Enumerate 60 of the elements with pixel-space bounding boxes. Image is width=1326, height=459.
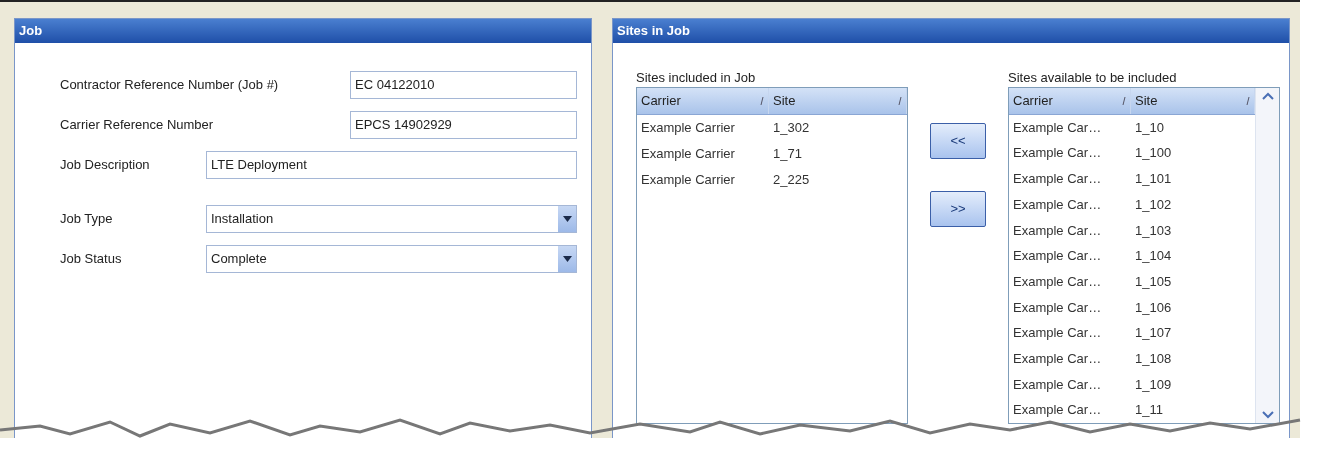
scrollbar[interactable] (1255, 88, 1279, 423)
sort-icon (1122, 96, 1126, 105)
column-header[interactable]: Site (769, 88, 907, 114)
site-list[interactable] (1008, 87, 1280, 424)
input-field[interactable]: LTE Deployment (206, 151, 577, 179)
table-cell-text: Example Carrier (640, 171, 736, 190)
table-cell-text: Example Car… (1012, 221, 1103, 240)
table-cell-text: 1_302 (772, 119, 811, 138)
scroll-down-icon[interactable] (1261, 411, 1274, 419)
table-cell-text: Example Car… (1012, 375, 1103, 394)
sort-icon (898, 97, 902, 105)
table-cell-text: 1_71 (772, 145, 803, 164)
input-field[interactable]: EPCS 14902929 (350, 111, 577, 139)
table-cell-text: Example Car… (1012, 401, 1103, 420)
table-cell-text: 1_10 (1134, 118, 1165, 137)
field-label: Carrier Reference Number (60, 116, 215, 135)
input-field[interactable]: EC 04122010 (350, 71, 577, 99)
table-cell-text: 1_102 (1134, 195, 1173, 214)
table-cell-text: 1_105 (1134, 272, 1173, 291)
dropdown[interactable]: Complete (206, 245, 577, 273)
table-cell-text: 1_104 (1134, 247, 1173, 266)
list-label: Sites included in Job (636, 69, 757, 87)
table-cell-text: Example Car… (1012, 324, 1103, 343)
table-cell-text: 1_108 (1134, 349, 1173, 368)
dropdown[interactable]: Installation (206, 205, 577, 233)
table-cell-text: 1_11 (1134, 401, 1164, 420)
table-cell-text: Example Car… (1012, 349, 1103, 368)
column-header[interactable]: Carrier (637, 88, 769, 114)
field-label: Contractor Reference Number (Job #) (60, 76, 280, 95)
field-label: Job Status (60, 250, 123, 269)
panel-title: Sites in Job (613, 19, 1289, 43)
table-cell-text: Example Car… (1012, 170, 1103, 189)
table-cell-text: Example Car… (1012, 195, 1103, 214)
sort-icon (1246, 96, 1250, 105)
table-cell-text: 2_225 (772, 171, 811, 190)
table-cell-text: 1_106 (1134, 298, 1173, 317)
site-list[interactable]: Carrier Site Example Carrier 1_302 Example Carrier 1_71 Example Carrier 2_225 (636, 87, 908, 424)
table-cell-text: Example Car… (1012, 272, 1103, 291)
dropdown-arrow-icon (562, 216, 572, 222)
table-cell-text: Example Car… (1012, 298, 1103, 317)
field-label: Job Description (60, 156, 151, 175)
panel-title: Job (15, 19, 591, 43)
field-label: Job Type (60, 210, 114, 229)
table-cell-text: Example Carrier (640, 145, 736, 164)
scroll-up-icon[interactable] (1261, 92, 1274, 100)
table-cell-text: 1_107 (1134, 324, 1173, 343)
table-cell-text: Example Car… (1012, 247, 1103, 266)
table-cell-text: Example Car… (1012, 118, 1103, 137)
table-cell-text: Example Carrier (640, 119, 736, 138)
column-header[interactable]: Carrier (1009, 88, 1131, 114)
sort-icon (760, 97, 764, 105)
table-cell-text: 1_100 (1134, 144, 1173, 163)
table-cell-text: 1_109 (1134, 375, 1173, 394)
dropdown-arrow-icon (562, 256, 572, 262)
table-cell-text: 1_103 (1134, 221, 1173, 240)
move-button[interactable]: >> (930, 191, 986, 227)
table-cell-text: Example Car… (1012, 144, 1103, 163)
table-cell-text: 1_101 (1134, 170, 1173, 189)
move-button[interactable]: << (930, 123, 986, 159)
list-label: Sites available to be included (1008, 69, 1178, 87)
